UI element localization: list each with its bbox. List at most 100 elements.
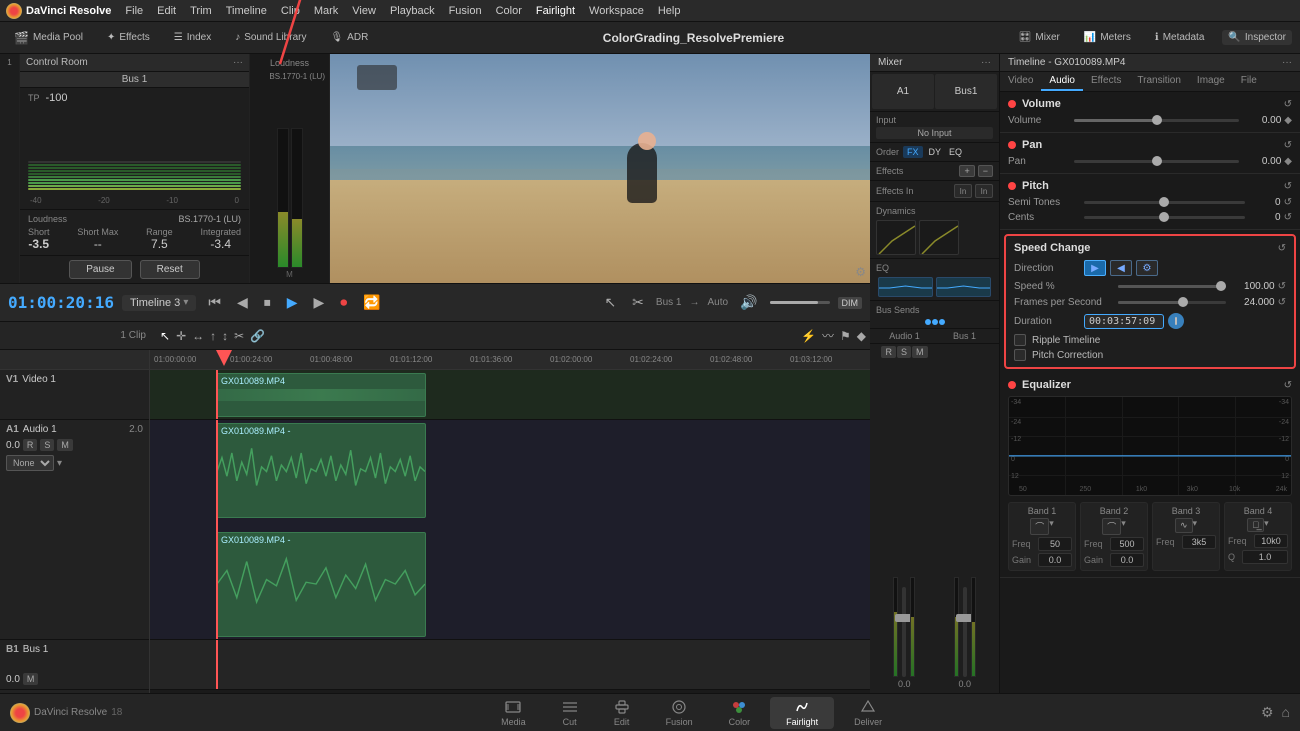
tab-video[interactable]: Video — [1000, 72, 1041, 91]
tab-media[interactable]: Media — [485, 697, 542, 729]
tab-fairlight[interactable]: Fairlight — [770, 697, 834, 729]
tab-file[interactable]: File — [1233, 72, 1265, 91]
a1-clip-2[interactable]: GX010089.MP4 - — [216, 532, 426, 637]
ch-a1-r[interactable]: R — [881, 346, 896, 358]
direction-forward[interactable]: ▶ — [1084, 260, 1106, 276]
play-btn[interactable]: ▶ — [283, 292, 302, 313]
sound-library-btn[interactable]: ♪ Sound Library — [229, 30, 312, 45]
mixer-btn[interactable]: 🎛 Mixer — [1013, 30, 1066, 45]
menu-view[interactable]: View — [352, 5, 376, 17]
mixer-effects-remove[interactable]: − — [978, 165, 993, 177]
cents-slider[interactable] — [1084, 216, 1245, 219]
ripple-tool[interactable]: ↑ — [210, 329, 216, 343]
select-tool[interactable]: ↖ — [600, 292, 620, 313]
duration-input[interactable] — [1084, 314, 1164, 329]
band1-shape[interactable]: ⌒ — [1030, 518, 1049, 535]
menu-clip[interactable]: Clip — [281, 5, 300, 17]
menu-trim[interactable]: Trim — [190, 5, 212, 17]
menu-mark[interactable]: Mark — [314, 5, 338, 17]
a1-send-select[interactable]: None — [6, 455, 54, 471]
pitch-reset[interactable]: ↺ — [1284, 181, 1292, 192]
loop-btn[interactable]: 🔁 — [359, 292, 384, 313]
ch-a1-s[interactable]: S — [897, 346, 911, 358]
tab-transition[interactable]: Transition — [1129, 72, 1189, 91]
ch-a1-m[interactable]: M — [912, 346, 928, 358]
fx-chain-icon[interactable]: ⚡ — [801, 329, 816, 343]
fps-reset[interactable]: ↺ — [1278, 297, 1286, 308]
band4-chevron[interactable]: ▾ — [1264, 518, 1269, 532]
inspector-menu[interactable]: ··· — [1282, 57, 1292, 68]
a1-fader-track[interactable] — [902, 587, 906, 677]
roll-tool[interactable]: ↕ — [222, 329, 228, 343]
timeline-name-selector[interactable]: Timeline 3 ▾ — [122, 295, 196, 311]
slip-tool[interactable]: ✂ — [234, 329, 244, 343]
waveform-icon[interactable]: 〰 — [822, 327, 834, 344]
volume-icon[interactable]: 🔊 — [736, 292, 761, 313]
band2-chevron[interactable]: ▾ — [1121, 518, 1126, 535]
pitch-correction-checkbox[interactable] — [1014, 349, 1026, 361]
menu-file[interactable]: File — [125, 5, 143, 17]
band3-chevron[interactable]: ▾ — [1193, 518, 1198, 533]
go-to-start-btn[interactable]: ⏮ — [204, 292, 225, 313]
tab-color[interactable]: Color — [713, 697, 767, 729]
direction-option3[interactable]: ⚙ — [1136, 260, 1158, 276]
pan-keyframe[interactable]: ◆ — [1284, 156, 1292, 167]
cursor-tool[interactable]: ↖ — [160, 329, 170, 343]
a1-clip-1[interactable]: GX010089.MP4 - — [216, 423, 426, 518]
speed-pct-reset[interactable]: ↺ — [1278, 281, 1286, 292]
adr-btn[interactable]: 🎙 ADR — [324, 30, 374, 45]
tab-edit[interactable]: Edit — [598, 697, 646, 729]
mixer-eq-btn[interactable]: EQ — [947, 146, 964, 158]
band1-chevron[interactable]: ▾ — [1049, 518, 1054, 535]
a1-r-btn[interactable]: R — [23, 439, 38, 451]
menu-playback[interactable]: Playback — [390, 5, 435, 17]
menu-help[interactable]: Help — [658, 5, 681, 17]
bus1-fader-track[interactable] — [963, 587, 967, 677]
direction-reverse[interactable]: ◀ — [1110, 260, 1132, 276]
control-room-menu[interactable]: ··· — [233, 57, 243, 68]
mixer-dy-btn[interactable]: DY — [927, 146, 944, 158]
volume-slider[interactable] — [1074, 119, 1239, 122]
volume-slider[interactable] — [770, 301, 830, 304]
index-btn[interactable]: ☰ Index — [168, 30, 217, 45]
semi-tones-slider[interactable] — [1084, 201, 1245, 204]
speed-slider[interactable] — [1118, 285, 1226, 288]
bus1-fader[interactable]: 0.0 — [937, 577, 994, 689]
step-forward-btn[interactable]: ▶ — [310, 292, 329, 313]
tab-image[interactable]: Image — [1189, 72, 1233, 91]
band3-shape[interactable]: ∿ — [1175, 518, 1193, 533]
preview-settings-icon[interactable]: ⚙ — [855, 265, 866, 279]
tab-audio[interactable]: Audio — [1041, 72, 1083, 91]
meters-btn[interactable]: 📊 Meters — [1078, 30, 1137, 45]
speed-reset[interactable]: ↺ — [1278, 243, 1286, 254]
blade-tool[interactable]: ✂ — [628, 292, 648, 313]
tab-fusion[interactable]: Fusion — [650, 697, 709, 729]
tab-cut[interactable]: Cut — [546, 697, 594, 729]
a1-s-btn[interactable]: S — [40, 439, 54, 451]
v1-clip[interactable]: GX010089.MP4 — [216, 373, 426, 417]
tab-effects[interactable]: Effects — [1083, 72, 1129, 91]
b1-m-btn[interactable]: M — [23, 673, 39, 685]
dim-btn[interactable]: DIM — [838, 297, 863, 309]
fps-slider[interactable] — [1118, 301, 1226, 304]
ripple-checkbox[interactable] — [1014, 334, 1026, 346]
razor-tool[interactable]: ↔ — [192, 329, 204, 343]
cents-keyframe[interactable]: ↺ — [1284, 212, 1292, 223]
flag-icon[interactable]: ⚑ — [840, 329, 851, 343]
mixer-effects-add[interactable]: + — [959, 165, 974, 177]
a1-chevron[interactable]: ▾ — [57, 458, 62, 469]
pan-slider[interactable] — [1074, 160, 1239, 163]
add-tool[interactable]: ✛ — [176, 329, 186, 343]
reset-button[interactable]: Reset — [140, 260, 200, 279]
a1-m-btn[interactable]: M — [57, 439, 73, 451]
mixer-fx-btn[interactable]: FX — [903, 146, 923, 158]
clip-link[interactable]: 🔗 — [250, 329, 265, 343]
a1-fader[interactable]: 0.0 — [876, 577, 933, 689]
tab-deliver[interactable]: Deliver — [838, 697, 898, 729]
pause-button[interactable]: Pause — [69, 260, 131, 279]
stop-btn[interactable]: ⏹ — [260, 292, 275, 313]
marker-icon[interactable]: ◆ — [857, 329, 866, 343]
menu-fairlight[interactable]: Fairlight — [536, 5, 575, 17]
settings-icon[interactable]: ⚙ — [1261, 704, 1274, 721]
record-btn[interactable]: ⏺ — [336, 292, 351, 313]
